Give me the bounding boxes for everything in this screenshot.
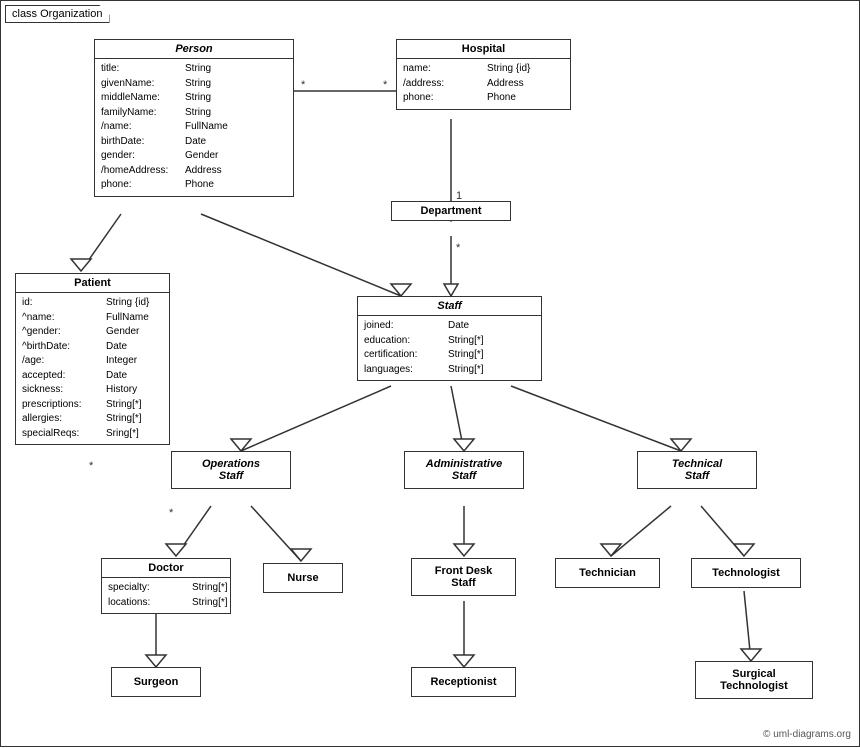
class-operations-staff-title: OperationsStaff — [172, 452, 290, 488]
svg-text:*: * — [301, 79, 306, 91]
class-patient-title: Patient — [16, 274, 169, 293]
class-doctor-title: Doctor — [102, 559, 230, 578]
class-person-attrs: title:String givenName:String middleName… — [95, 59, 293, 196]
class-front-desk-staff-title: Front DeskStaff — [412, 559, 515, 595]
diagram-title: class Organization — [5, 5, 110, 23]
class-hospital-title: Hospital — [397, 40, 570, 59]
class-department: Department — [391, 201, 511, 221]
class-administrative-staff: AdministrativeStaff — [404, 451, 524, 489]
class-staff: Staff joined:Date education:String[*] ce… — [357, 296, 542, 381]
class-nurse-title: Nurse — [264, 564, 342, 592]
class-surgeon: Surgeon — [111, 667, 201, 697]
class-front-desk-staff: Front DeskStaff — [411, 558, 516, 596]
uml-diagram: class Organization — [0, 0, 860, 747]
copyright-text: © uml-diagrams.org — [763, 729, 851, 740]
class-staff-title: Staff — [358, 297, 541, 316]
class-staff-attrs: joined:Date education:String[*] certific… — [358, 316, 541, 380]
class-surgical-technologist-title: SurgicalTechnologist — [696, 662, 812, 698]
class-hospital: Hospital name:String {id} /address:Addre… — [396, 39, 571, 110]
class-technologist-title: Technologist — [692, 559, 800, 587]
svg-text:*: * — [456, 242, 461, 254]
class-person: Person title:String givenName:String mid… — [94, 39, 294, 197]
class-patient-attrs: id:String {id} ^name:FullName ^gender:Ge… — [16, 293, 169, 444]
class-operations-staff: OperationsStaff — [171, 451, 291, 489]
svg-text:*: * — [169, 507, 174, 519]
class-surgical-technologist: SurgicalTechnologist — [695, 661, 813, 699]
svg-text:*: * — [383, 79, 388, 91]
class-receptionist: Receptionist — [411, 667, 516, 697]
class-person-title: Person — [95, 40, 293, 59]
class-doctor-attrs: specialty:String[*] locations:String[*] — [102, 578, 230, 613]
class-technician: Technician — [555, 558, 660, 588]
class-technologist: Technologist — [691, 558, 801, 588]
class-technical-staff-title: TechnicalStaff — [638, 452, 756, 488]
class-hospital-attrs: name:String {id} /address:Address phone:… — [397, 59, 570, 109]
class-patient: Patient id:String {id} ^name:FullName ^g… — [15, 273, 170, 445]
class-doctor: Doctor specialty:String[*] locations:Str… — [101, 558, 231, 614]
class-technician-title: Technician — [556, 559, 659, 587]
class-nurse: Nurse — [263, 563, 343, 593]
svg-text:*: * — [89, 460, 94, 472]
class-technical-staff: TechnicalStaff — [637, 451, 757, 489]
class-receptionist-title: Receptionist — [412, 668, 515, 696]
class-surgeon-title: Surgeon — [112, 668, 200, 696]
class-department-title: Department — [392, 202, 510, 220]
class-administrative-staff-title: AdministrativeStaff — [405, 452, 523, 488]
